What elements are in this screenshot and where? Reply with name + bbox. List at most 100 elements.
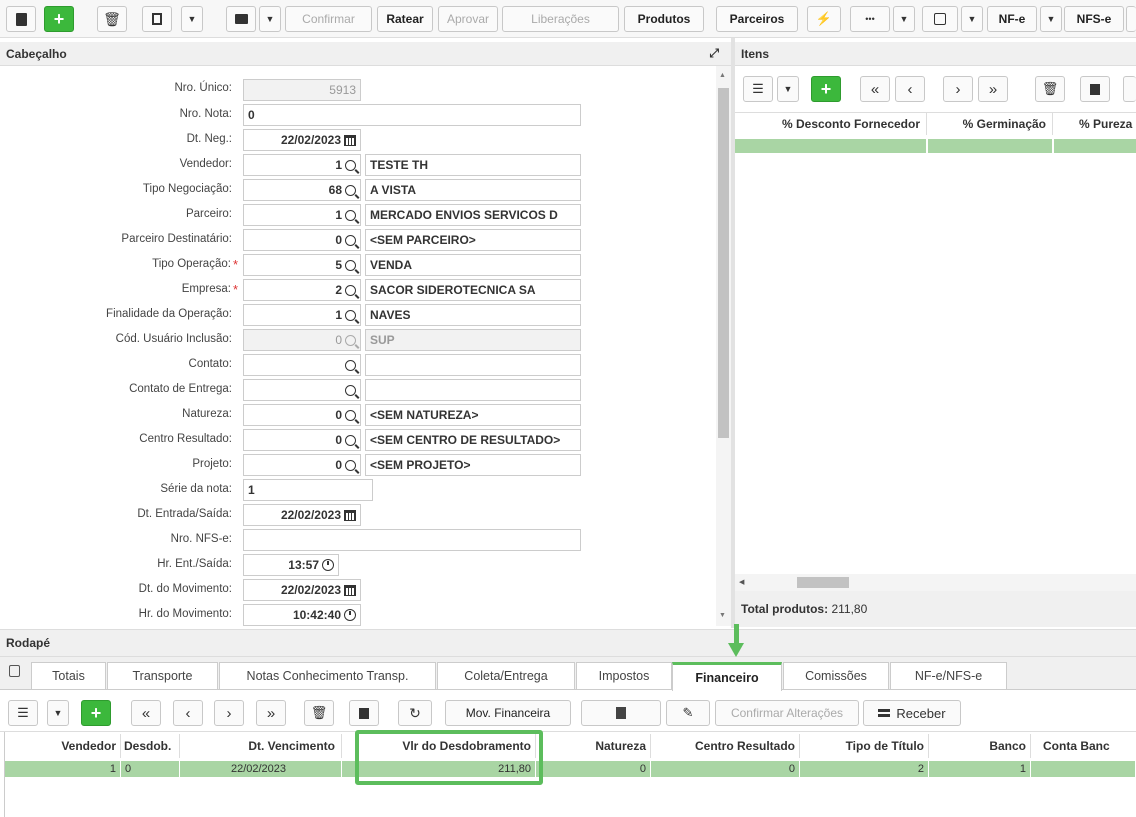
dt-neg-field[interactable]: 22/02/2023 — [243, 129, 361, 151]
empresa-code-field[interactable]: 2 — [243, 279, 361, 301]
col-dt-vencimento[interactable]: Dt. Vencimento — [180, 734, 342, 758]
projeto-desc-field[interactable]: <SEM PROJETO> — [365, 454, 581, 476]
fin-last-button[interactable]: » — [256, 700, 286, 726]
serie-nota-field[interactable]: 1 — [243, 479, 373, 501]
vendedor-code-field[interactable]: 1 — [243, 154, 361, 176]
contato-entrega-desc-field[interactable] — [365, 379, 581, 401]
search-icon[interactable] — [345, 384, 356, 396]
search-icon[interactable] — [345, 184, 356, 196]
nfe-button[interactable]: NF-e — [987, 6, 1037, 32]
tipo-operacao-code-field[interactable]: 5 — [243, 254, 361, 276]
receber-button[interactable]: Receber — [863, 700, 961, 726]
col-desdob[interactable]: Desdob. — [121, 734, 180, 758]
tab-nfe-nfse[interactable]: NF-e/NFS-e — [890, 662, 1007, 689]
itens-col-pureza[interactable]: % Pureza — [1053, 113, 1136, 135]
search-icon[interactable] — [345, 434, 356, 446]
contato-desc-field[interactable] — [365, 354, 581, 376]
dt-entrada-saida-field[interactable]: 22/02/2023 — [243, 504, 361, 526]
search-icon[interactable] — [345, 459, 356, 471]
itens-col-germinacao[interactable]: % Germinação — [927, 113, 1053, 135]
parceiro-destinatario-code-field[interactable]: 0 — [243, 229, 361, 251]
calendar-icon[interactable] — [344, 584, 356, 596]
confirmar-alteracoes-button[interactable]: Confirmar Alterações — [715, 700, 859, 726]
natureza-desc-field[interactable]: <SEM NATUREZA> — [365, 404, 581, 426]
itens-add-button[interactable]: + — [811, 76, 841, 102]
fin-export-button[interactable] — [581, 700, 661, 726]
tab-transporte[interactable]: Transporte — [107, 662, 218, 689]
new-document-button[interactable] — [6, 6, 36, 32]
dt-movimento-field[interactable]: 22/02/2023 — [243, 579, 361, 601]
col-conta-bancaria[interactable]: Conta Banc — [1031, 734, 1136, 758]
print-button[interactable] — [226, 6, 256, 32]
col-tipo-titulo[interactable]: Tipo de Título — [800, 734, 929, 758]
nro-nota-field[interactable]: 0 — [243, 104, 581, 126]
pin-icon[interactable] — [9, 665, 20, 677]
col-natureza[interactable]: Natureza — [543, 734, 651, 758]
hr-movimento-field[interactable]: 10:42:40 — [243, 604, 361, 626]
search-icon[interactable] — [345, 309, 356, 321]
search-icon[interactable] — [345, 234, 356, 246]
finalidade-code-field[interactable]: 1 — [243, 304, 361, 326]
itens-list-button[interactable]: ☰ — [743, 76, 773, 102]
fin-add-button[interactable]: + — [81, 700, 111, 726]
scroll-up-arrow[interactable]: ▲ — [719, 72, 726, 79]
map-dropdown-button[interactable]: ▼ — [961, 6, 983, 32]
clock-icon[interactable] — [322, 559, 334, 571]
add-button[interactable]: + — [44, 6, 74, 32]
copy-dropdown-button[interactable]: ▼ — [181, 6, 203, 32]
fin-delete-button[interactable]: 🗑 — [304, 700, 334, 726]
parceiros-button[interactable]: Parceiros — [716, 6, 798, 32]
fin-copy-button[interactable] — [349, 700, 379, 726]
tab-financeiro[interactable]: Financeiro — [672, 662, 782, 691]
col-centro-resultado[interactable]: Centro Resultado — [651, 734, 800, 758]
tab-totais[interactable]: Totais — [31, 662, 106, 689]
mov-financeira-button[interactable]: Mov. Financeira — [445, 700, 571, 726]
search-icon[interactable] — [345, 284, 356, 296]
tab-impostos[interactable]: Impostos — [576, 662, 672, 689]
tipo-negociacao-desc-field[interactable]: A VISTA — [365, 179, 581, 201]
vendedor-desc-field[interactable]: TESTE TH — [365, 154, 581, 176]
expand-icon[interactable]: ⤢ — [709, 46, 719, 61]
centro-resultado-code-field[interactable]: 0 — [243, 429, 361, 451]
copy-button[interactable] — [142, 6, 172, 32]
search-icon[interactable] — [345, 259, 356, 271]
aprovar-button[interactable]: Aprovar — [438, 6, 498, 32]
itens-col-desconto[interactable]: % Desconto Fornecedor — [735, 113, 927, 135]
more-dropdown-button[interactable]: ▼ — [893, 6, 915, 32]
search-icon[interactable] — [345, 359, 356, 371]
itens-selected-row[interactable] — [735, 139, 1136, 153]
tipo-operacao-desc-field[interactable]: VENDA — [365, 254, 581, 276]
scroll-thumb[interactable] — [718, 88, 729, 438]
fin-first-button[interactable]: « — [131, 700, 161, 726]
hr-ent-saida-field[interactable]: 13:57 — [243, 554, 339, 576]
parceiro-destinatario-desc-field[interactable]: <SEM PARCEIRO> — [365, 229, 581, 251]
fin-list-button[interactable]: ☰ — [8, 700, 38, 726]
col-vendedor[interactable]: Vendedor — [5, 734, 121, 758]
print-dropdown-button[interactable]: ▼ — [259, 6, 281, 32]
scroll-down-arrow[interactable]: ▼ — [719, 612, 726, 619]
parceiro-code-field[interactable]: 1 — [243, 204, 361, 226]
clock-icon[interactable] — [344, 609, 356, 621]
fin-prev-button[interactable]: ‹ — [173, 700, 203, 726]
cabecalho-scrollbar[interactable]: ▲ ▼ — [716, 66, 731, 626]
nfse-button[interactable]: NFS-e — [1064, 6, 1124, 32]
search-icon[interactable] — [345, 159, 356, 171]
itens-copy-button[interactable] — [1080, 76, 1110, 102]
itens-prev-button[interactable]: ‹ — [895, 76, 925, 102]
search-icon[interactable] — [345, 209, 356, 221]
natureza-code-field[interactable]: 0 — [243, 404, 361, 426]
calendar-icon[interactable] — [344, 509, 356, 521]
fin-next-button[interactable]: › — [214, 700, 244, 726]
col-banco[interactable]: Banco — [929, 734, 1031, 758]
contato-code-field[interactable] — [243, 354, 361, 376]
itens-first-button[interactable]: « — [860, 76, 890, 102]
empresa-desc-field[interactable]: SACOR SIDEROTECNICA SA — [365, 279, 581, 301]
fin-refresh-button[interactable]: ↻ — [398, 700, 432, 726]
nfe-dropdown-button[interactable]: ▼ — [1040, 6, 1062, 32]
tab-comissoes[interactable]: Comissões — [783, 662, 889, 689]
ratear-button[interactable]: Ratear — [377, 6, 433, 32]
itens-extra-button[interactable] — [1123, 76, 1136, 102]
lightning-button[interactable]: ⚡ — [807, 6, 841, 32]
fin-list-dropdown[interactable]: ▼ — [47, 700, 69, 726]
more-button[interactable]: ••• — [850, 6, 890, 32]
